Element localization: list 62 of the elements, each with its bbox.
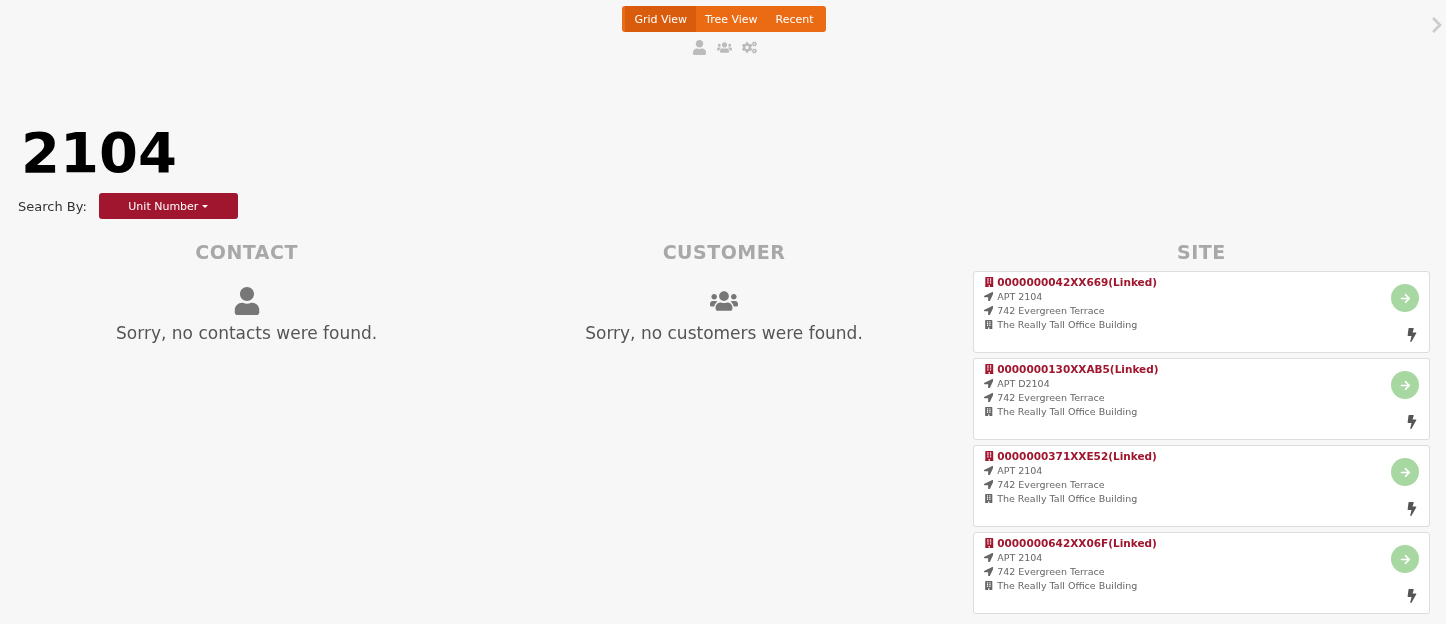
arrow-right-icon [1399, 466, 1411, 478]
location-arrow-icon [983, 479, 994, 490]
search-by-dropdown[interactable]: Unit Number [98, 193, 238, 219]
location-arrow-icon [983, 392, 994, 403]
bolt-button[interactable] [1405, 589, 1419, 603]
building-icon [983, 276, 995, 288]
bolt-button[interactable] [1405, 328, 1419, 342]
site-title: 0000000042XX669(Linked) [997, 276, 1158, 288]
site-address: 742 Evergreen Terrace [997, 479, 1105, 490]
location-arrow-icon [983, 378, 994, 389]
building-icon [983, 450, 995, 462]
site-building: The Really Tall Office Building [997, 406, 1138, 417]
site-unit: APT D2104 [997, 378, 1050, 389]
bolt-button[interactable] [1405, 502, 1419, 516]
people-icon[interactable] [716, 40, 732, 55]
building-icon [983, 406, 994, 417]
site-building: The Really Tall Office Building [997, 319, 1138, 330]
column-heading: CUSTOMER [662, 241, 786, 263]
view-tab[interactable]: Grid View [625, 6, 697, 32]
building-icon [983, 363, 995, 375]
bolt-button[interactable] [1405, 415, 1419, 429]
site-title: 0000000642XX06F(Linked) [997, 537, 1157, 549]
open-button[interactable] [1391, 545, 1419, 573]
site-building: The Really Tall Office Building [997, 493, 1138, 504]
location-arrow-icon [983, 566, 994, 577]
location-arrow-icon [983, 465, 994, 476]
location-arrow-icon [983, 291, 994, 302]
site-title: 0000000130XXAB5(Linked) [997, 363, 1159, 375]
location-arrow-icon [983, 552, 994, 563]
site-address: 742 Evergreen Terrace [997, 392, 1105, 403]
site-unit: APT 2104 [997, 552, 1043, 563]
person-icon [232, 287, 261, 315]
gears-icon[interactable] [741, 40, 757, 55]
bolt-icon [1405, 328, 1419, 342]
building-icon [983, 319, 994, 330]
empty-message: Sorry, no contacts were found. [116, 323, 378, 343]
open-button[interactable] [1391, 458, 1419, 486]
search-query: 2104 [21, 125, 178, 181]
column-heading: SITE [1176, 241, 1226, 263]
empty-message: Sorry, no customers were found. [585, 323, 863, 343]
building-icon [983, 580, 994, 591]
location-arrow-icon [983, 305, 994, 316]
building-icon [983, 493, 994, 504]
search-by-label: Search By: [18, 198, 87, 214]
site-title: 0000000371XXE52(Linked) [997, 450, 1157, 462]
bolt-icon [1405, 589, 1419, 603]
arrow-right-icon [1399, 292, 1411, 304]
site-unit: APT 2104 [997, 291, 1043, 302]
site-address: 742 Evergreen Terrace [997, 566, 1105, 577]
site-building: The Really Tall Office Building [997, 580, 1138, 591]
open-button[interactable] [1391, 371, 1419, 399]
bolt-icon [1405, 415, 1419, 429]
person-icon[interactable] [691, 40, 707, 55]
arrow-right-icon [1399, 379, 1411, 391]
bolt-icon [1405, 502, 1419, 516]
site-address: 742 Evergreen Terrace [997, 305, 1105, 316]
site-unit: APT 2104 [997, 465, 1043, 476]
caret-icon [202, 204, 209, 208]
open-button[interactable] [1391, 284, 1419, 312]
building-icon [983, 537, 995, 549]
arrow-right-icon [1399, 553, 1411, 565]
column-heading: CONTACT [195, 241, 298, 263]
